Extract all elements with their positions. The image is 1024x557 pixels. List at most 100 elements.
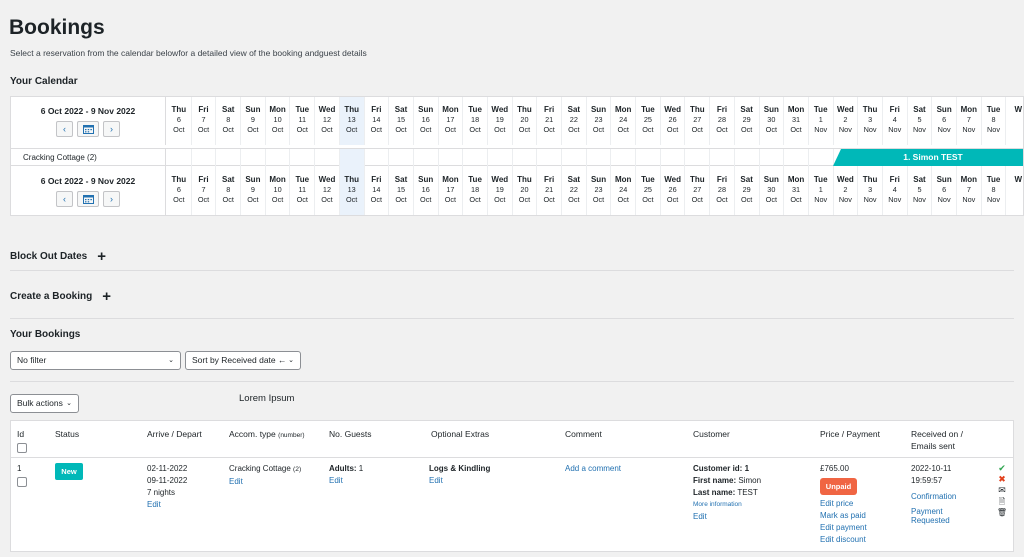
edit-price-link[interactable]: Edit price bbox=[820, 498, 867, 510]
add-comment-link[interactable]: Add a comment bbox=[565, 463, 621, 475]
calendar-cell[interactable] bbox=[414, 149, 439, 167]
trash-icon[interactable]: 🗑 bbox=[996, 507, 1008, 518]
calendar-day[interactable]: Fri 14 Oct bbox=[365, 97, 390, 145]
calendar-cell[interactable] bbox=[365, 149, 390, 167]
calendar-day[interactable]: Fri 14 Oct bbox=[365, 167, 390, 215]
calendar-day[interactable]: Fri 28 Oct bbox=[710, 167, 735, 215]
calendar-day[interactable]: Sat 29 Oct bbox=[735, 97, 760, 145]
calendar-cell[interactable] bbox=[760, 149, 785, 167]
calendar-day[interactable]: Tue 18 Oct bbox=[463, 167, 488, 215]
calendar-day[interactable]: Wed 19 Oct bbox=[488, 167, 513, 215]
calendar-cell[interactable] bbox=[562, 149, 587, 167]
calendar-cell[interactable] bbox=[784, 149, 809, 167]
calendar-cell[interactable] bbox=[192, 149, 217, 167]
calendar-day[interactable]: Fri 7 Oct bbox=[192, 97, 217, 145]
calendar-day[interactable]: Thu 27 Oct bbox=[685, 97, 711, 145]
more-information-link[interactable]: More information bbox=[693, 499, 761, 511]
calendar-day[interactable]: Tue 11 Oct bbox=[290, 167, 316, 215]
calendar-day[interactable]: Wed 2 Nov bbox=[834, 97, 859, 145]
calendar-day[interactable]: Sat 22 Oct bbox=[562, 97, 587, 145]
payment-requested-link[interactable]: Payment Requested bbox=[911, 507, 956, 525]
calendar-day[interactable]: Tue 25 Oct bbox=[636, 97, 661, 145]
calendar-day[interactable]: Sun 9 Oct bbox=[241, 167, 266, 215]
calendar-day[interactable]: Thu 20 Oct bbox=[513, 167, 538, 215]
calendar-day[interactable]: Mon 17 Oct bbox=[439, 167, 464, 215]
calendar-cell[interactable] bbox=[809, 149, 834, 167]
calendar-day[interactable]: Sat 22 Oct bbox=[562, 167, 587, 215]
prev-button-bottom[interactable]: ‹ bbox=[56, 191, 73, 207]
approve-icon[interactable]: ✔ bbox=[996, 463, 1008, 474]
calendar-day[interactable]: Mon 10 Oct bbox=[266, 97, 291, 145]
calendar-day[interactable]: Sun 9 Oct bbox=[241, 97, 266, 145]
calendar-cell[interactable] bbox=[513, 149, 538, 167]
calendar-day[interactable]: Thu 20 Oct bbox=[513, 97, 538, 145]
calendar-day[interactable]: Mon 7 Nov bbox=[957, 97, 982, 145]
calendar-day[interactable]: Mon 31 Oct bbox=[784, 167, 809, 215]
calendar-day[interactable]: Fri 28 Oct bbox=[710, 97, 735, 145]
prev-button[interactable]: ‹ bbox=[56, 121, 73, 137]
booking-bar[interactable]: 1. Simon TEST bbox=[833, 149, 1023, 166]
calendar-day[interactable]: Tue 1 Nov bbox=[809, 97, 834, 145]
calendar-cell[interactable] bbox=[611, 149, 637, 167]
calendar-day[interactable]: Tue 8 Nov bbox=[982, 167, 1007, 215]
calendar-day[interactable]: Sun 6 Nov bbox=[932, 97, 957, 145]
calendar-day[interactable]: Wed 19 Oct bbox=[488, 97, 513, 145]
calendar-cell[interactable] bbox=[290, 149, 316, 167]
calendar-day[interactable]: Sat 5 Nov bbox=[908, 97, 933, 145]
edit-dates-link[interactable]: Edit bbox=[147, 499, 187, 511]
create-booking-toggle[interactable]: Create a Booking + bbox=[10, 288, 111, 305]
calendar-day[interactable]: Sat 29 Oct bbox=[735, 167, 760, 215]
edit-payment-link[interactable]: Edit payment bbox=[820, 522, 867, 534]
calendar-day[interactable]: Sat 15 Oct bbox=[389, 97, 414, 145]
calendar-day[interactable]: Sun 30 Oct bbox=[760, 167, 785, 215]
calendar-cell[interactable] bbox=[216, 149, 242, 167]
calendar-picker-button[interactable] bbox=[77, 121, 99, 137]
edit-discount-link[interactable]: Edit discount bbox=[820, 534, 867, 546]
plus-icon[interactable]: + bbox=[102, 288, 111, 305]
calendar-picker-button-bottom[interactable] bbox=[77, 191, 99, 207]
calendar-cell[interactable] bbox=[685, 149, 711, 167]
email-icon[interactable]: ✉ bbox=[996, 485, 1008, 496]
calendar-day[interactable]: Sat 8 Oct bbox=[216, 97, 242, 145]
calendar-cell[interactable] bbox=[537, 149, 562, 167]
calendar-cell[interactable] bbox=[167, 149, 192, 167]
calendar-cell[interactable] bbox=[735, 149, 760, 167]
calendar-day[interactable]: Tue 11 Oct bbox=[290, 97, 316, 145]
calendar-day[interactable]: Thu 3 Nov bbox=[858, 97, 883, 145]
mark-as-paid-link[interactable]: Mark as paid bbox=[820, 510, 867, 522]
filter-select[interactable]: No filter ⌄ bbox=[10, 351, 181, 370]
calendar-day[interactable]: Sun 30 Oct bbox=[760, 97, 785, 145]
row-checkbox[interactable] bbox=[17, 477, 27, 487]
calendar-cell[interactable] bbox=[266, 149, 291, 167]
calendar-day[interactable]: Tue 25 Oct bbox=[636, 167, 661, 215]
block-out-dates-toggle[interactable]: Block Out Dates + bbox=[10, 248, 106, 265]
calendar-day[interactable]: Mon 17 Oct bbox=[439, 97, 464, 145]
next-button-bottom[interactable]: › bbox=[103, 191, 120, 207]
calendar-cell[interactable] bbox=[587, 149, 612, 167]
edit-accom-link[interactable]: Edit bbox=[229, 476, 301, 488]
calendar-cell[interactable] bbox=[636, 149, 661, 167]
calendar-cell[interactable] bbox=[339, 149, 365, 167]
calendar-day[interactable]: Wed 2 Nov bbox=[834, 167, 859, 215]
calendar-day[interactable]: Fri 21 Oct bbox=[537, 97, 562, 145]
next-button[interactable]: › bbox=[103, 121, 120, 137]
calendar-day[interactable]: Wed 12 Oct bbox=[315, 97, 340, 145]
calendar-day[interactable]: Sun 23 Oct bbox=[587, 97, 612, 145]
calendar-cell[interactable] bbox=[241, 149, 266, 167]
calendar-day[interactable]: Thu 6 Oct bbox=[167, 167, 192, 215]
calendar-cell[interactable] bbox=[463, 149, 488, 167]
calendar-day[interactable]: Wed 26 Oct bbox=[661, 97, 686, 145]
calendar-day[interactable]: Fri 7 Oct bbox=[192, 167, 217, 215]
select-all-checkbox[interactable] bbox=[17, 443, 27, 453]
calendar-day[interactable]: W bbox=[1006, 167, 1023, 215]
sort-select[interactable]: Sort by Received date ← ⌄ bbox=[185, 351, 301, 370]
calendar-cell[interactable] bbox=[488, 149, 513, 167]
calendar-day[interactable]: Wed 26 Oct bbox=[661, 167, 686, 215]
calendar-day[interactable]: Sat 8 Oct bbox=[216, 167, 242, 215]
calendar-cell[interactable] bbox=[439, 149, 464, 167]
calendar-day[interactable]: Sun 23 Oct bbox=[587, 167, 612, 215]
calendar-day[interactable]: Thu 27 Oct bbox=[685, 167, 711, 215]
calendar-day[interactable]: Mon 7 Nov bbox=[957, 167, 982, 215]
calendar-day[interactable]: Thu 3 Nov bbox=[858, 167, 883, 215]
calendar-day[interactable]: Mon 24 Oct bbox=[611, 97, 637, 145]
